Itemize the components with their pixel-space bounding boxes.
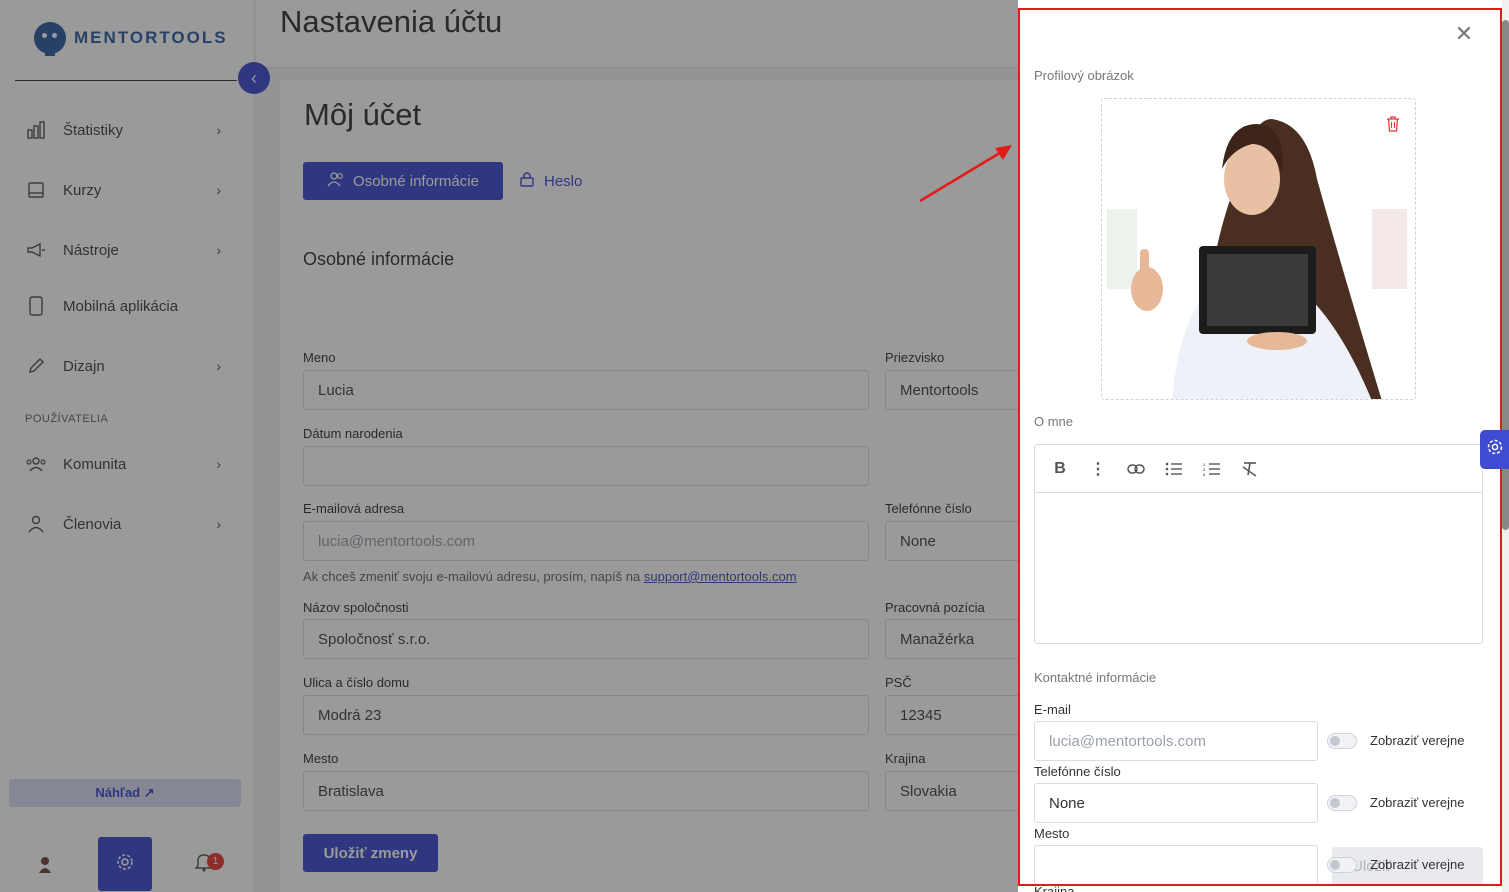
delete-image-button[interactable] (1386, 116, 1400, 135)
bold-icon[interactable]: B (1051, 460, 1069, 478)
svg-text:3: 3 (1203, 472, 1206, 476)
drawer-city-label: Mesto (1034, 826, 1070, 841)
drawer-email-label: E-mail (1034, 702, 1071, 717)
about-label: O mne (1034, 414, 1074, 429)
drawer-phone-label: Telefónne číslo (1034, 764, 1121, 779)
annotation-arrow-icon (919, 145, 1012, 203)
drawer-city-field[interactable] (1034, 845, 1318, 885)
editor-toolbar: B ⋮ 123 (1035, 445, 1482, 493)
clear-format-icon[interactable] (1241, 460, 1259, 478)
toggle-label: Zobraziť verejne (1370, 857, 1465, 872)
profile-photo (1102, 99, 1415, 399)
profile-drawer: ✕ Profilový obrázok O mne B ⋮ 123 Kontak… (1018, 0, 1509, 892)
gear-icon (1486, 438, 1504, 461)
numbered-list-icon[interactable]: 123 (1203, 460, 1221, 478)
drawer-country-label: Krajina (1034, 884, 1075, 892)
about-editor[interactable]: B ⋮ 123 (1034, 444, 1483, 644)
bullet-list-icon[interactable] (1165, 460, 1183, 478)
link-icon[interactable] (1127, 460, 1145, 478)
drawer-email-field[interactable]: lucia@mentortools.com (1034, 721, 1318, 761)
email-public-toggle[interactable] (1327, 733, 1357, 749)
phone-public-toggle[interactable] (1327, 795, 1357, 811)
contact-info-label: Kontaktné informácie (1034, 670, 1157, 685)
profile-image-label: Profilový obrázok (1034, 68, 1134, 83)
profile-image-dropzone[interactable] (1101, 98, 1416, 400)
city-public-toggle[interactable] (1327, 857, 1357, 873)
close-icon: ✕ (1454, 21, 1474, 46)
drawer-phone-field[interactable]: None (1034, 783, 1318, 823)
toggle-label: Zobraziť verejne (1370, 795, 1465, 810)
settings-side-tab[interactable] (1480, 430, 1509, 469)
close-button[interactable]: ✕ (1454, 21, 1474, 46)
more-vertical-icon[interactable]: ⋮ (1089, 460, 1107, 478)
trash-icon (1387, 116, 1399, 132)
toggle-label: Zobraziť verejne (1370, 733, 1465, 748)
